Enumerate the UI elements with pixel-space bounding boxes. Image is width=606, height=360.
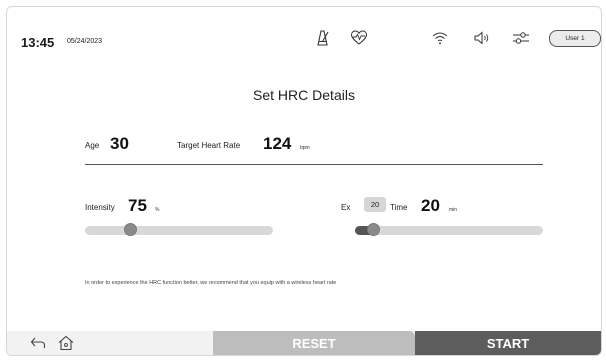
section-divider [85,164,543,165]
intensity-unit: % [155,207,160,213]
user-profile-button[interactable]: User 1 [549,30,601,47]
volume-icon[interactable] [473,29,491,47]
age-value[interactable]: 30 [110,134,129,154]
exercise-time-label-start: Ex [341,203,351,212]
home-icon[interactable] [57,334,75,352]
age-label: Age [85,141,100,150]
clock-time: 13:45 [21,35,55,50]
exercise-time-tooltip: 20 [364,197,386,212]
target-heart-rate-unit: bpm [300,145,310,151]
exercise-time-label-end: Time [390,203,408,212]
exercise-time-unit: min [449,207,458,213]
clock-date: 05/24/2023 [67,38,103,45]
start-button[interactable]: START [415,331,601,355]
page-title: Set HRC Details [253,87,355,103]
settings-sliders-icon[interactable] [512,29,530,47]
heart-rate-icon[interactable] [350,29,368,47]
target-heart-rate-value[interactable]: 124 [263,134,291,154]
hrc-recommendation-note: In order to experience the HRC function … [85,280,337,286]
intensity-value: 75 [128,196,147,215]
intensity-slider[interactable] [85,223,273,236]
intensity-slider-thumb[interactable] [123,223,137,236]
back-icon[interactable] [29,334,47,352]
target-heart-rate-label: Target Heart Rate [177,141,241,150]
metronome-icon[interactable] [313,29,331,47]
exercise-time-value: 20 [421,196,440,215]
wifi-icon[interactable] [431,29,449,47]
hrc-settings-screen: 13:45 05/24/2023 User 1 Set HRC Details … [6,6,602,356]
exercise-time-slider-thumb[interactable] [367,223,381,236]
exercise-time-slider[interactable] [355,223,543,236]
intensity-label: Intensity [85,203,115,212]
reset-button[interactable]: RESET [213,331,415,355]
